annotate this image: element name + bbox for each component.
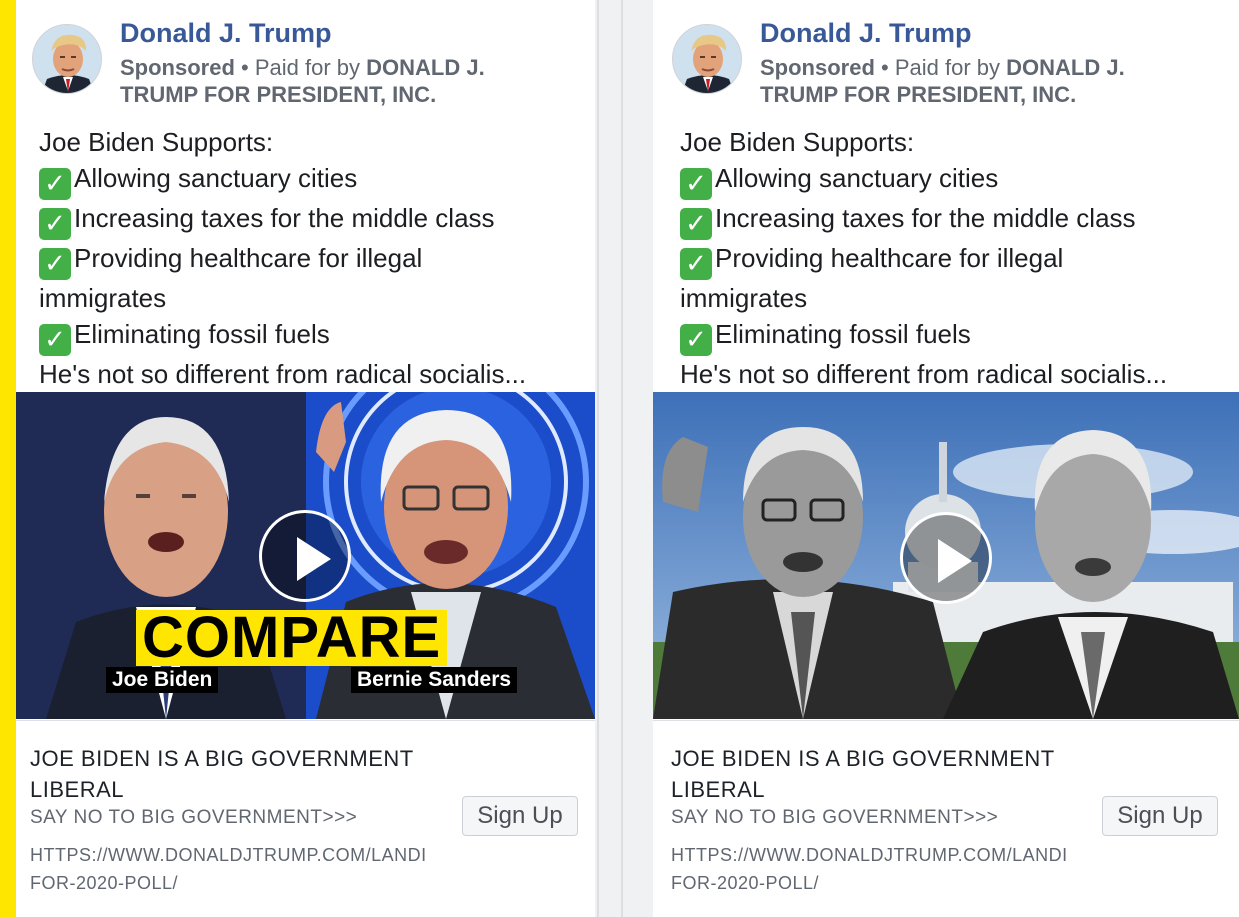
check-mark-icon: ✓ (680, 208, 712, 240)
link-url[interactable]: HTTPS://WWW.DONALDJTRUMP.COM/LANDI FOR-2… (30, 841, 436, 897)
truncated-text[interactable]: He's not so different from radical socia… (680, 356, 1230, 392)
divider (621, 0, 623, 917)
list-item: ✓ Increasing taxes for the middle class (39, 200, 589, 240)
list-item: ✓ Increasing taxes for the middle class (680, 200, 1230, 240)
divider (597, 0, 599, 917)
body-intro: Joe Biden Supports: (680, 127, 915, 157)
sponsor-info: Sponsored • Paid for by DONALD J. TRUMP … (120, 54, 540, 108)
check-mark-icon: ✓ (39, 324, 71, 356)
body-intro: Joe Biden Supports: (39, 127, 274, 157)
separator: • (241, 55, 249, 80)
caption-left: Joe Biden (106, 667, 219, 693)
profile-photo (673, 25, 741, 93)
caption-right: Bernie Sanders (351, 667, 518, 693)
check-mark-icon: ✓ (39, 208, 71, 240)
link-preview[interactable]: JOE BIDEN IS A BIG GOVERNMENT LIBERAL SA… (16, 720, 595, 917)
page-name-link[interactable]: Donald J. Trump (120, 18, 332, 49)
separator: • (881, 55, 889, 80)
list-item-continuation: immigrates (39, 283, 167, 313)
list-item: ✓ Allowing sanctuary cities (680, 160, 1230, 200)
check-mark-icon: ✓ (680, 168, 712, 200)
page-name-link[interactable]: Donald J. Trump (760, 18, 972, 49)
profile-photo (33, 25, 101, 93)
video-overlay-title: COMPARE (136, 609, 448, 667)
check-mark-icon: ✓ (39, 248, 71, 280)
link-description: SAY NO TO BIG GOVERNMENT>>> (30, 807, 358, 828)
sign-up-button[interactable]: Sign Up (1102, 796, 1218, 836)
paid-for-prefix: Paid for by (254, 55, 361, 80)
sponsor-info: Sponsored • Paid for by DONALD J. TRUMP … (760, 54, 1180, 108)
link-headline[interactable]: JOE BIDEN IS A BIG GOVERNMENT LIBERAL (671, 743, 1091, 805)
ad-body-text: Joe Biden Supports: ✓ Allowing sanctuary … (680, 124, 1230, 392)
list-item: ✓ Eliminating fossil fuels (39, 316, 589, 356)
ad-header: Donald J. Trump Sponsored • Paid for by … (672, 18, 1229, 113)
play-button-icon[interactable] (900, 512, 992, 604)
truncated-text[interactable]: He's not so different from radical socia… (39, 356, 589, 392)
ad-header: Donald J. Trump Sponsored • Paid for by … (32, 18, 585, 113)
sponsored-label[interactable]: Sponsored (120, 55, 235, 80)
avatar[interactable] (672, 24, 742, 94)
link-preview[interactable]: JOE BIDEN IS A BIG GOVERNMENT LIBERAL SA… (653, 720, 1239, 917)
sponsored-label[interactable]: Sponsored (760, 55, 875, 80)
ad-card: Donald J. Trump Sponsored • Paid for by … (653, 0, 1239, 917)
play-button-icon[interactable] (259, 510, 351, 602)
sign-up-button[interactable]: Sign Up (462, 796, 578, 836)
list-item: ✓ Eliminating fossil fuels (680, 316, 1230, 356)
list-item: ✓ Providing healthcare for illegal (39, 240, 589, 280)
feed-gutter (595, 0, 653, 917)
highlight-bar (0, 0, 16, 917)
list-item: ✓ Providing healthcare for illegal (680, 240, 1230, 280)
check-mark-icon: ✓ (680, 324, 712, 356)
avatar[interactable] (32, 24, 102, 94)
ad-body-text: Joe Biden Supports: ✓ Allowing sanctuary … (39, 124, 589, 392)
link-description: SAY NO TO BIG GOVERNMENT>>> (671, 807, 999, 828)
check-mark-icon: ✓ (39, 168, 71, 200)
link-headline[interactable]: JOE BIDEN IS A BIG GOVERNMENT LIBERAL (30, 743, 450, 805)
list-item: ✓ Allowing sanctuary cities (39, 160, 589, 200)
check-mark-icon: ✓ (680, 248, 712, 280)
paid-for-prefix: Paid for by (894, 55, 1001, 80)
link-url[interactable]: HTTPS://WWW.DONALDJTRUMP.COM/LANDI FOR-2… (671, 841, 1077, 897)
ad-card: Donald J. Trump Sponsored • Paid for by … (16, 0, 595, 917)
video-thumbnail[interactable]: COMPARE Joe Biden Bernie Sanders (16, 392, 595, 719)
video-thumbnail[interactable] (653, 392, 1239, 719)
list-item-continuation: immigrates (680, 283, 808, 313)
